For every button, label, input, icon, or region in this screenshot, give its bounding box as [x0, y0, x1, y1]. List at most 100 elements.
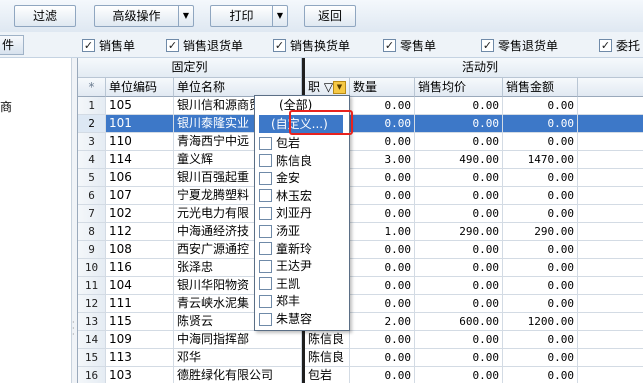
- cell-avg-price[interactable]: 490.00: [415, 151, 503, 169]
- cell-name[interactable]: 邓华: [174, 349, 302, 367]
- cell-qty[interactable]: 0.00: [350, 259, 415, 277]
- dropdown-option[interactable]: ✓ 童新玲: [259, 240, 312, 258]
- table-row[interactable]: 12 111 青云峡水泥集 0.00 0.00 0.00: [78, 295, 643, 313]
- checkbox-unchecked-icon[interactable]: ✓: [259, 294, 272, 308]
- cell-code[interactable]: 103: [106, 367, 174, 383]
- print-button[interactable]: 打印 ▼: [210, 5, 288, 27]
- cell-qty[interactable]: 0.00: [350, 97, 415, 115]
- row-number[interactable]: 8: [78, 223, 106, 241]
- checkbox-unchecked-icon[interactable]: ✓: [259, 242, 272, 256]
- column-header-avg-price[interactable]: 销售均价: [415, 78, 503, 97]
- cell-qty[interactable]: 0.00: [350, 187, 415, 205]
- cell-avg-price[interactable]: 0.00: [415, 259, 503, 277]
- checkbox-checked-icon[interactable]: ✓: [481, 38, 494, 52]
- cell-code[interactable]: 113: [106, 349, 174, 367]
- checkbox-checked-icon[interactable]: ✓: [82, 38, 95, 52]
- column-header-qty[interactable]: 数量: [350, 78, 415, 97]
- row-number[interactable]: 2: [78, 115, 106, 133]
- cell-amount[interactable]: 290.00: [503, 223, 578, 241]
- cell-code[interactable]: 101: [106, 115, 174, 133]
- filter-sales-exchange[interactable]: ✓ 销售换货单: [273, 37, 350, 53]
- cell-code[interactable]: 108: [106, 241, 174, 259]
- row-number[interactable]: 12: [78, 295, 106, 313]
- cell-empty[interactable]: [578, 349, 643, 367]
- cell-amount[interactable]: 0.00: [503, 259, 578, 277]
- row-number[interactable]: 14: [78, 331, 106, 349]
- cell-empty[interactable]: [578, 187, 643, 205]
- checkbox-unchecked-icon[interactable]: ✓: [259, 154, 272, 168]
- table-row[interactable]: 3 110 青海西宁中远 0.00 0.00 0.00: [78, 133, 643, 151]
- table-row[interactable]: 10 116 张泽忠 0.00 0.00 0.00: [78, 259, 643, 277]
- cell-code[interactable]: 104: [106, 277, 174, 295]
- cell-code[interactable]: 107: [106, 187, 174, 205]
- cell-qty[interactable]: 0.00: [350, 277, 415, 295]
- cell-empty[interactable]: [578, 331, 643, 349]
- column-header-amount[interactable]: 销售金额: [503, 78, 578, 97]
- cell-empty[interactable]: [578, 223, 643, 241]
- cell-avg-price[interactable]: 0.00: [415, 133, 503, 151]
- row-number[interactable]: 9: [78, 241, 106, 259]
- row-number[interactable]: 13: [78, 313, 106, 331]
- cell-avg-price[interactable]: 290.00: [415, 223, 503, 241]
- cell-avg-price[interactable]: 0.00: [415, 241, 503, 259]
- cell-amount[interactable]: 0.00: [503, 277, 578, 295]
- cell-name[interactable]: 德胜绿化有限公司: [174, 367, 302, 383]
- cell-amount[interactable]: 0.00: [503, 205, 578, 223]
- checkbox-unchecked-icon[interactable]: ✓: [259, 189, 272, 203]
- cell-amount[interactable]: 0.00: [503, 295, 578, 313]
- cell-empty[interactable]: [578, 169, 643, 187]
- column-filter-icon[interactable]: ▼: [333, 81, 346, 94]
- dropdown-option[interactable]: ✓ 刘亚丹: [259, 204, 312, 222]
- cell-qty[interactable]: 0.00: [350, 331, 415, 349]
- table-row[interactable]: 15 113 邓华 陈信良 0.00 0.00 0.00: [78, 349, 643, 367]
- row-number[interactable]: 1: [78, 97, 106, 115]
- row-number[interactable]: 15: [78, 349, 106, 367]
- cell-avg-price[interactable]: 0.00: [415, 205, 503, 223]
- cell-avg-price[interactable]: 0.00: [415, 169, 503, 187]
- cell-qty[interactable]: 0.00: [350, 133, 415, 151]
- cell-code[interactable]: 109: [106, 331, 174, 349]
- cell-empty[interactable]: [578, 259, 643, 277]
- filter-button[interactable]: 过滤: [14, 5, 76, 27]
- cell-amount[interactable]: 1200.00: [503, 313, 578, 331]
- filter-sales-return[interactable]: ✓ 销售退货单: [166, 37, 243, 53]
- dropdown-option[interactable]: ✓ 金安: [259, 169, 300, 187]
- dropdown-option[interactable]: ✓ 林玉宏: [259, 187, 312, 205]
- cell-code[interactable]: 112: [106, 223, 174, 241]
- cell-name[interactable]: 中海同指挥部: [174, 331, 302, 349]
- table-row[interactable]: 1 105 银川信和源商贸 0.00 0.00 0.00: [78, 97, 643, 115]
- table-row[interactable]: 6 107 宁夏龙腾塑料 0.00 0.00 0.00: [78, 187, 643, 205]
- cell-avg-price[interactable]: 0.00: [415, 295, 503, 313]
- cell-code[interactable]: 116: [106, 259, 174, 277]
- table-row[interactable]: 16 103 德胜绿化有限公司 包岩 0.00 0.00 0.00: [78, 367, 643, 383]
- row-number[interactable]: 11: [78, 277, 106, 295]
- table-row[interactable]: 7 102 元光电力有限 0.00 0.00 0.00: [78, 205, 643, 223]
- chevron-down-icon[interactable]: ▼: [272, 6, 287, 26]
- cell-avg-price[interactable]: 0.00: [415, 349, 503, 367]
- cell-qty[interactable]: 0.00: [350, 367, 415, 383]
- checkbox-unchecked-icon[interactable]: ✓: [259, 259, 272, 273]
- cell-empty[interactable]: [578, 241, 643, 259]
- advanced-ops-button[interactable]: 高级操作 ▼: [94, 5, 194, 27]
- cell-avg-price[interactable]: 0.00: [415, 187, 503, 205]
- row-number[interactable]: 4: [78, 151, 106, 169]
- cell-code[interactable]: 110: [106, 133, 174, 151]
- cell-qty[interactable]: 2.00: [350, 313, 415, 331]
- dropdown-option[interactable]: ✓ 王凯: [259, 275, 300, 293]
- cell-avg-price[interactable]: 0.00: [415, 367, 503, 383]
- checkbox-checked-icon[interactable]: ✓: [599, 38, 612, 52]
- cell-amount[interactable]: 0.00: [503, 133, 578, 151]
- cell-code[interactable]: 102: [106, 205, 174, 223]
- dropdown-option[interactable]: ✓ 陈信良: [259, 152, 312, 170]
- cell-code[interactable]: 111: [106, 295, 174, 313]
- table-row[interactable]: 13 115 陈贤云 2.00 600.00 1200.00: [78, 313, 643, 331]
- checkbox-checked-icon[interactable]: ✓: [166, 38, 179, 52]
- cell-empty[interactable]: [578, 151, 643, 169]
- row-number[interactable]: 7: [78, 205, 106, 223]
- checkbox-unchecked-icon[interactable]: ✓: [259, 277, 272, 291]
- dropdown-option[interactable]: ✓ 汤亚: [259, 222, 300, 240]
- cell-avg-price[interactable]: 0.00: [415, 115, 503, 133]
- cell-avg-price[interactable]: 0.00: [415, 277, 503, 295]
- back-button[interactable]: 返回: [304, 5, 356, 27]
- row-number[interactable]: 5: [78, 169, 106, 187]
